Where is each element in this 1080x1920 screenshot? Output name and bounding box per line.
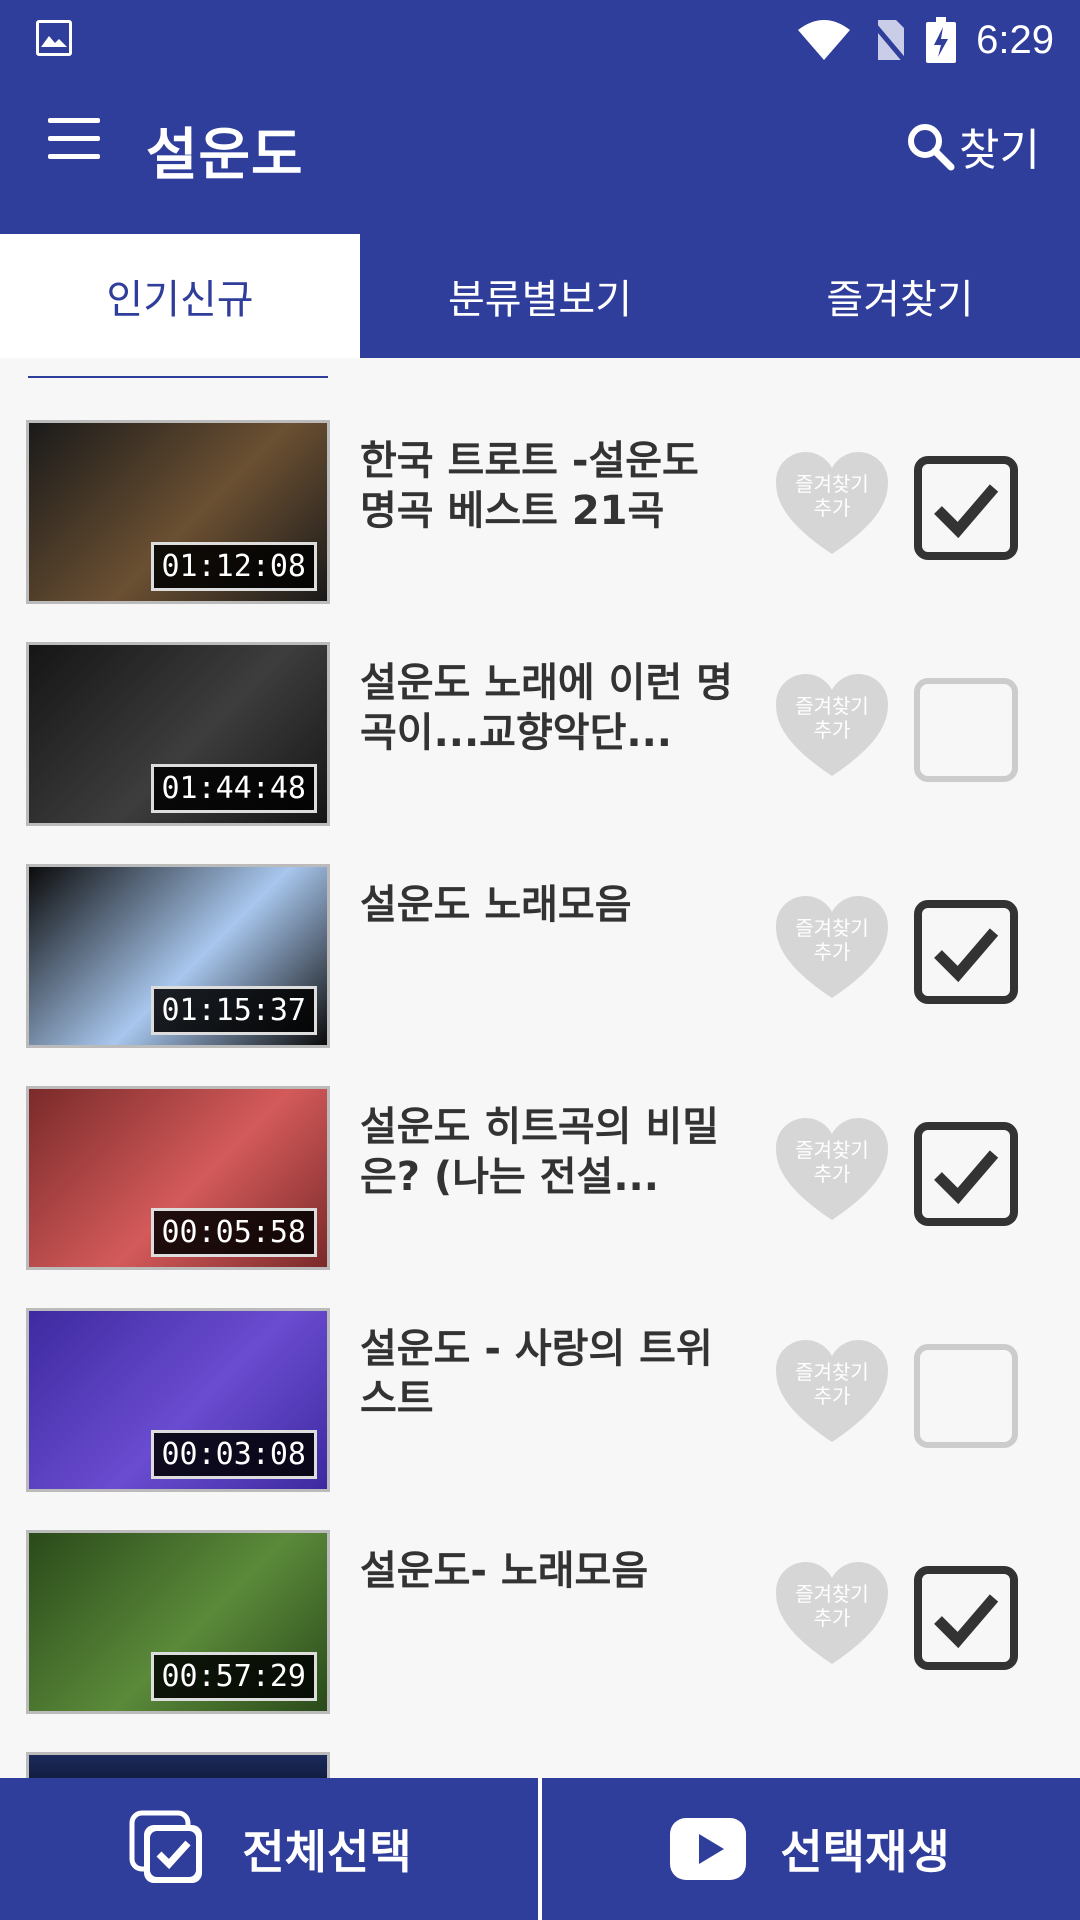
battery-charging-icon bbox=[926, 17, 957, 63]
bottom-bar: 전체선택 선택재생 bbox=[0, 1778, 1080, 1920]
tab-by-category[interactable]: 분류별보기 bbox=[360, 234, 720, 358]
favorite-add-sublabel: 추가 bbox=[813, 1606, 851, 1630]
favorite-add-label: 즐겨찾기 bbox=[795, 694, 869, 718]
duration-badge: 00:57:29 bbox=[150, 1652, 317, 1701]
video-title[interactable]: 한국 트로트 -설운도 명곡 베스트 21곡 bbox=[360, 436, 740, 536]
list-item[interactable]: 01:12:08 한국 트로트 -설운도 명곡 베스트 21곡 즐겨찾기 추가 bbox=[0, 412, 1080, 634]
checkbox-unchecked[interactable] bbox=[914, 678, 1018, 782]
favorite-add-button[interactable]: 즐겨찾기 추가 bbox=[776, 1562, 888, 1666]
checkbox-checked[interactable] bbox=[914, 900, 1018, 1004]
app-bar: 설운도 찾기 bbox=[0, 80, 1080, 234]
list-item[interactable]: 00:57:29 설운도- 노래모음 즐겨찾기 추가 bbox=[0, 1522, 1080, 1744]
favorite-add-button[interactable]: 즐겨찾기 추가 bbox=[776, 896, 888, 1000]
video-thumbnail[interactable]: 01:15:37 bbox=[26, 864, 330, 1048]
play-selected-button[interactable]: 선택재생 bbox=[540, 1778, 1080, 1920]
favorite-add-button[interactable]: 즐겨찾기 추가 bbox=[776, 1118, 888, 1222]
duration-badge: 01:12:08 bbox=[150, 542, 317, 591]
video-list: 01:12:08 한국 트로트 -설운도 명곡 베스트 21곡 즐겨찾기 추가 … bbox=[0, 412, 1080, 1792]
bottom-divider bbox=[538, 1778, 542, 1920]
video-thumbnail[interactable]: 01:12:08 bbox=[26, 420, 330, 604]
favorite-add-label: 즐겨찾기 bbox=[795, 1582, 869, 1606]
favorite-add-sublabel: 추가 bbox=[813, 718, 851, 742]
checkbox-checked[interactable] bbox=[914, 456, 1018, 560]
favorite-add-sublabel: 추가 bbox=[813, 1384, 851, 1408]
search-label: 찾기 bbox=[959, 125, 1040, 176]
favorite-add-label: 즐겨찾기 bbox=[795, 916, 869, 940]
menu-icon[interactable] bbox=[48, 118, 100, 164]
tab-favorites[interactable]: 즐겨찾기 bbox=[720, 234, 1080, 358]
video-title[interactable]: 설운도 노래모음 bbox=[360, 880, 740, 930]
list-item[interactable]: 01:15:37 설운도 노래모음 즐겨찾기 추가 bbox=[0, 856, 1080, 1078]
duration-badge: 01:15:37 bbox=[150, 986, 317, 1035]
check-icon bbox=[934, 1594, 999, 1649]
no-sim-icon bbox=[870, 20, 907, 62]
check-icon bbox=[934, 484, 999, 539]
favorite-add-label: 즐겨찾기 bbox=[795, 472, 869, 496]
clock: 6:29 bbox=[976, 17, 1054, 62]
play-icon bbox=[670, 1818, 747, 1880]
play-selected-label: 선택재생 bbox=[780, 1825, 950, 1879]
page-title: 설운도 bbox=[146, 123, 304, 188]
status-bar: 6:29 bbox=[0, 0, 1080, 80]
wifi-icon bbox=[798, 20, 851, 60]
favorite-add-button[interactable]: 즐겨찾기 추가 bbox=[776, 674, 888, 778]
favorite-add-label: 즐겨찾기 bbox=[795, 1138, 869, 1162]
checkbox-unchecked[interactable] bbox=[914, 1344, 1018, 1448]
favorite-add-sublabel: 추가 bbox=[813, 940, 851, 964]
favorite-add-sublabel: 추가 bbox=[813, 496, 851, 520]
video-title[interactable]: 설운도- 노래모음 bbox=[360, 1546, 740, 1596]
duration-badge: 00:03:08 bbox=[150, 1430, 317, 1479]
video-thumbnail[interactable]: 00:05:58 bbox=[26, 1086, 330, 1270]
favorite-add-label: 즐겨찾기 bbox=[795, 1360, 869, 1384]
list-item[interactable]: 01:44:48 설운도 노래에 이런 명곡이...교향악단... 즐겨찾기 추… bbox=[0, 634, 1080, 856]
checkbox-checked[interactable] bbox=[914, 1122, 1018, 1226]
select-all-icon bbox=[129, 1810, 203, 1883]
video-title[interactable]: 설운도 히트곡의 비밀은? (나는 전설... bbox=[360, 1102, 740, 1202]
video-thumbnail[interactable]: 00:57:29 bbox=[26, 1530, 330, 1714]
check-icon bbox=[934, 1150, 999, 1205]
tab-popular-new[interactable]: 인기신규 bbox=[0, 234, 360, 358]
gallery-notification-icon bbox=[36, 20, 72, 56]
check-icon bbox=[934, 928, 999, 983]
video-thumbnail[interactable]: 01:44:48 bbox=[26, 642, 330, 826]
tab-indicator bbox=[28, 376, 328, 378]
list-item[interactable]: 00:05:58 설운도 히트곡의 비밀은? (나는 전설... 즐겨찾기 추가 bbox=[0, 1078, 1080, 1300]
favorite-add-button[interactable]: 즐겨찾기 추가 bbox=[776, 452, 888, 556]
duration-badge: 00:05:58 bbox=[150, 1208, 317, 1257]
select-all-button[interactable]: 전체선택 bbox=[0, 1778, 540, 1920]
select-all-label: 전체선택 bbox=[242, 1825, 412, 1879]
video-title[interactable]: 설운도 - 사랑의 트위스트 bbox=[360, 1324, 740, 1424]
favorite-add-button[interactable]: 즐겨찾기 추가 bbox=[776, 1340, 888, 1444]
list-item[interactable]: 00:03:08 설운도 - 사랑의 트위스트 즐겨찾기 추가 bbox=[0, 1300, 1080, 1522]
duration-badge: 01:44:48 bbox=[150, 764, 317, 813]
search-button[interactable]: 찾기 bbox=[905, 114, 1040, 178]
tab-bar: 인기신규 분류별보기 즐겨찾기 bbox=[0, 234, 1080, 358]
video-thumbnail[interactable]: 00:03:08 bbox=[26, 1308, 330, 1492]
checkbox-checked[interactable] bbox=[914, 1566, 1018, 1670]
favorite-add-sublabel: 추가 bbox=[813, 1162, 851, 1186]
video-title[interactable]: 설운도 노래에 이런 명곡이...교향악단... bbox=[360, 658, 740, 758]
search-icon bbox=[908, 124, 955, 171]
